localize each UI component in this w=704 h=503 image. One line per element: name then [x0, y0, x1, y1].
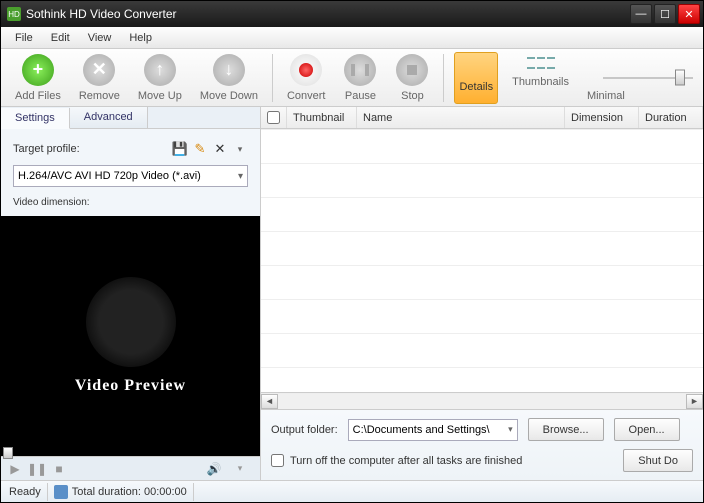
status-ready: Ready [9, 486, 41, 498]
thumbnails-label: Thumbnails [512, 76, 569, 88]
shutdown-label: Turn off the computer after all tasks ar… [290, 455, 522, 467]
select-all-checkbox[interactable] [267, 111, 280, 124]
volume-down-icon[interactable]: ▾ [232, 461, 248, 477]
pause-icon [344, 54, 376, 86]
grid-icon [527, 54, 555, 72]
status-icon [54, 485, 68, 499]
thumbnails-view-button[interactable]: Thumbnails [508, 52, 573, 104]
target-profile-select[interactable]: H.264/AVC AVI HD 720p Video (*.avi) ▾ [13, 165, 248, 187]
menu-help[interactable]: Help [121, 29, 160, 47]
output-folder-label: Output folder: [271, 424, 338, 436]
target-profile-label: Target profile: [13, 143, 80, 155]
move-down-button[interactable]: ↓ Move Down [196, 52, 262, 104]
move-up-button[interactable]: ↑ Move Up [134, 52, 186, 104]
list-icon [462, 55, 490, 77]
add-files-label: Add Files [15, 90, 61, 102]
shutdown-button[interactable]: Shut Do [623, 449, 693, 472]
save-profile-icon[interactable]: 💾 [172, 141, 188, 157]
browse-button[interactable]: Browse... [528, 418, 604, 441]
output-folder-select[interactable]: C:\Documents and Settings\ ▾ [348, 419, 518, 441]
output-path-value: C:\Documents and Settings\ [353, 424, 490, 436]
arrow-down-icon: ↓ [213, 54, 245, 86]
stop-button[interactable]: Stop [391, 52, 433, 104]
add-files-button[interactable]: + Add Files [11, 52, 65, 104]
zoom-slider[interactable] [603, 77, 693, 78]
col-dimension[interactable]: Dimension [565, 107, 639, 128]
profile-value: H.264/AVC AVI HD 720p Video (*.avi) [18, 170, 201, 182]
seek-handle[interactable] [3, 447, 13, 459]
window-title: Sothink HD Video Converter [26, 7, 630, 21]
menu-file[interactable]: File [7, 29, 41, 47]
menu-edit[interactable]: Edit [43, 29, 78, 47]
move-down-label: Move Down [200, 90, 258, 102]
menu-view[interactable]: View [80, 29, 120, 47]
col-thumbnail[interactable]: Thumbnail [287, 107, 357, 128]
tab-advanced[interactable]: Advanced [70, 107, 148, 128]
minimize-button[interactable]: — [630, 4, 652, 24]
chevron-down-icon: ▾ [508, 424, 513, 435]
preview-text: Video Preview [75, 377, 186, 395]
maximize-button[interactable]: ☐ [654, 4, 676, 24]
video-preview: Video Preview [1, 216, 260, 456]
x-icon: ✕ [83, 54, 115, 86]
details-view-button[interactable]: Details [454, 52, 498, 104]
slider-thumb[interactable] [675, 69, 685, 85]
convert-button[interactable]: Convert [283, 52, 330, 104]
stop-icon [396, 54, 428, 86]
plus-icon: + [22, 54, 54, 86]
edit-profile-icon[interactable]: ✎ [192, 141, 208, 157]
shutdown-checkbox[interactable] [271, 454, 284, 467]
minimal-label: Minimal [587, 90, 625, 102]
pause-label: Pause [345, 90, 376, 102]
status-duration: Total duration: 00:00:00 [72, 486, 187, 498]
scroll-left-button[interactable]: ◄ [261, 394, 278, 409]
volume-icon[interactable]: 🔊 [206, 461, 222, 477]
record-icon [290, 54, 322, 86]
video-dimension-label: Video dimension: [13, 197, 248, 208]
file-table-header: Thumbnail Name Dimension Duration [261, 107, 703, 129]
move-up-label: Move Up [138, 90, 182, 102]
app-icon: HD [7, 7, 21, 21]
scroll-right-button[interactable]: ► [686, 394, 703, 409]
delete-profile-icon[interactable]: ✕ [212, 141, 228, 157]
arrow-up-icon: ↑ [144, 54, 176, 86]
open-button[interactable]: Open... [614, 418, 680, 441]
convert-label: Convert [287, 90, 326, 102]
preview-pause-button[interactable]: ❚❚ [29, 461, 45, 477]
col-duration[interactable]: Duration [639, 107, 703, 128]
stop-label: Stop [401, 90, 424, 102]
chevron-down-icon: ▾ [238, 171, 243, 182]
pause-button[interactable]: Pause [339, 52, 381, 104]
preview-stop-button[interactable]: ■ [51, 461, 67, 477]
col-name[interactable]: Name [357, 107, 565, 128]
file-table-body [261, 129, 703, 392]
seek-bar[interactable] [1, 451, 260, 457]
film-reel-icon [86, 277, 176, 367]
remove-button[interactable]: ✕ Remove [75, 52, 124, 104]
tab-settings[interactable]: Settings [1, 108, 70, 129]
close-button[interactable]: ✕ [678, 4, 700, 24]
horizontal-scrollbar[interactable]: ◄ ► [261, 392, 703, 409]
remove-label: Remove [79, 90, 120, 102]
details-label: Details [459, 81, 493, 93]
profile-dropdown-icon[interactable]: ▾ [232, 141, 248, 157]
play-button[interactable]: ▶ [7, 461, 23, 477]
